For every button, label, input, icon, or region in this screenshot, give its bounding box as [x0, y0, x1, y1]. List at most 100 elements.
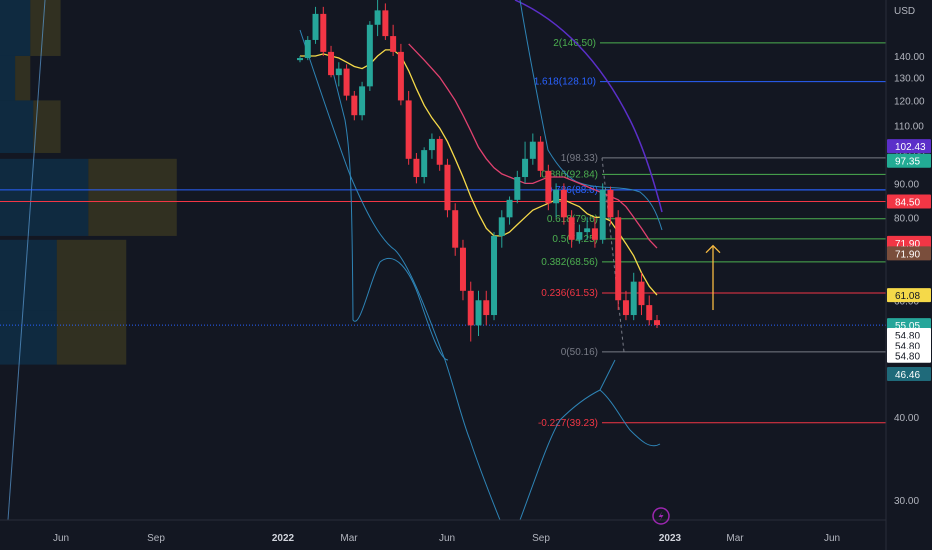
fib-level-label: -0.227(39.23): [538, 418, 598, 429]
candle-body: [537, 141, 544, 171]
candle-body: [320, 13, 327, 52]
time-tick-label: 2022: [272, 533, 295, 544]
fib-level-label: 0.5(74.25): [552, 234, 598, 245]
candle: [366, 21, 373, 91]
price-tag-text: 102.43: [895, 142, 926, 153]
candle-body: [374, 10, 381, 25]
volume-profile-bar-down: [88, 158, 177, 236]
time-tick-label: Sep: [532, 533, 550, 544]
volume-profile-bar-up: [0, 55, 16, 101]
candle-body: [328, 51, 335, 76]
candle-body: [304, 39, 311, 59]
candle-body: [483, 300, 490, 316]
candle-body: [638, 281, 645, 306]
fib-level-label: 1(98.33): [561, 153, 598, 164]
candle-body: [654, 320, 660, 326]
candle-body: [436, 138, 443, 165]
candle-body: [390, 36, 397, 52]
volume-profile-bar-down: [56, 310, 127, 365]
volume-profile-bar-up: [0, 100, 34, 153]
candle: [491, 232, 498, 321]
candle-body: [622, 300, 629, 316]
price-tick-label: 130.00: [894, 73, 925, 84]
candle-body: [529, 141, 536, 159]
volume-profile-bar-up: [0, 310, 57, 365]
candle-body: [514, 177, 521, 200]
candle-body: [646, 305, 653, 321]
candle-body: [506, 199, 513, 218]
price-tag: 54.80: [887, 348, 931, 363]
candle: [359, 81, 366, 121]
time-tick-label: Jun: [824, 533, 840, 544]
price-tag-text: 71.90: [895, 249, 920, 260]
candle: [405, 90, 412, 165]
volume-profile-bar-down: [30, 0, 61, 56]
volume-profile-bar-down: [56, 239, 127, 311]
candle-body: [459, 247, 466, 291]
candle-body: [491, 235, 498, 316]
volume-profile-bar-down: [15, 55, 31, 101]
fib-level-label: 0.236(61.53): [541, 288, 598, 299]
price-tag: 61.08: [887, 288, 931, 303]
time-tick-label: Mar: [340, 533, 358, 544]
candle-body: [545, 170, 552, 204]
price-tag-text: 84.50: [895, 198, 920, 209]
price-tick-label: 40.00: [894, 413, 919, 424]
volume-profile-bar-up: [0, 0, 31, 56]
candle: [343, 64, 350, 101]
price-tick-label: 120.00: [894, 96, 925, 107]
candle-body: [405, 100, 412, 159]
candle: [320, 6, 327, 56]
volume-profile-bar-up: [0, 158, 89, 236]
price-tag: 84.50: [887, 194, 931, 209]
time-tick-label: Mar: [726, 533, 744, 544]
candle: [397, 43, 404, 106]
chart-background: [0, 0, 932, 550]
candle-body: [452, 210, 459, 248]
price-tag: 102.43: [887, 139, 931, 154]
candle-body: [397, 51, 404, 101]
candle: [444, 158, 451, 218]
candle-body: [615, 217, 622, 301]
price-tag: 46.46: [887, 367, 931, 382]
candle-body: [428, 138, 435, 151]
time-tick-label: Jun: [53, 533, 69, 544]
candle-body: [560, 189, 567, 218]
candle-body: [630, 281, 637, 316]
currency-label: USD: [894, 6, 915, 17]
candle-body: [382, 10, 389, 37]
candle-body: [591, 228, 598, 240]
candle-body: [498, 217, 505, 236]
candle: [615, 210, 622, 311]
price-tick-label: 30.00: [894, 496, 919, 507]
price-tick-label: 90.00: [894, 179, 919, 190]
candle-body: [522, 158, 529, 178]
candle-body: [335, 68, 342, 76]
candle-body: [366, 24, 373, 87]
candle-body: [475, 300, 482, 326]
price-tag-text: 54.80: [895, 352, 920, 363]
candle: [599, 183, 606, 244]
candle-body: [343, 68, 350, 96]
time-tick-label: Sep: [147, 533, 165, 544]
candle-body: [351, 95, 358, 116]
fib-level-label: 0.382(68.56): [541, 257, 598, 268]
fib-extension-label: 1.618(128.10): [534, 77, 596, 88]
price-tag: 97.35: [887, 153, 931, 168]
price-tick-label: 140.00: [894, 52, 925, 63]
candle-body: [413, 158, 420, 178]
time-tick-label: 2023: [659, 533, 682, 544]
candle-body: [607, 189, 614, 218]
chart-canvas[interactable]: 2(146.50)1.618(128.10)1(98.33)0.886(92.8…: [0, 0, 932, 550]
candle-body: [421, 150, 428, 178]
volume-profile-bar-up: [0, 239, 57, 311]
time-tick-label: Jun: [439, 533, 455, 544]
candle-body: [599, 189, 606, 240]
price-tick-label: 80.00: [894, 213, 919, 224]
price-tag: 71.90: [887, 246, 931, 261]
price-tag-text: 46.46: [895, 370, 920, 381]
candle-body: [467, 290, 474, 326]
candle-body: [576, 232, 583, 240]
fib-level-label: 0(50.16): [561, 347, 598, 358]
candle-body: [444, 164, 451, 211]
